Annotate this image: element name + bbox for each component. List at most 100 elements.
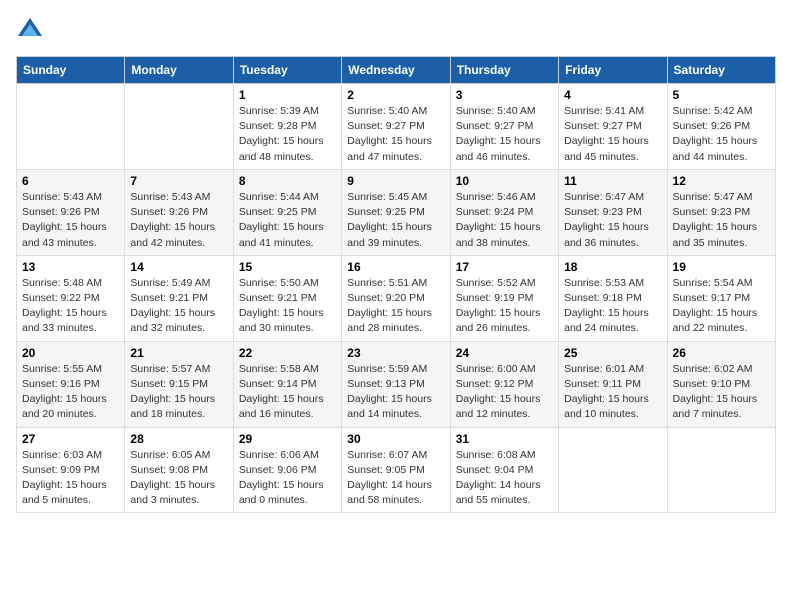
calendar-cell: 11 Sunrise: 5:47 AM Sunset: 9:23 PM Dayli… [559,169,667,255]
calendar-cell [667,427,775,513]
day-number: 17 [456,260,553,274]
day-info: Sunrise: 5:46 AM Sunset: 9:24 PM Dayligh… [456,190,553,251]
day-number: 9 [347,174,444,188]
day-info: Sunrise: 5:43 AM Sunset: 9:26 PM Dayligh… [130,190,227,251]
day-info: Sunrise: 6:06 AM Sunset: 9:06 PM Dayligh… [239,448,336,509]
calendar-cell: 28Sunrise: 6:05 AM Sunset: 9:08 PM Dayli… [125,427,233,513]
day-info: Sunrise: 5:49 AM Sunset: 9:21 PM Dayligh… [130,276,227,337]
day-number: 16 [347,260,444,274]
calendar-cell: 23 Sunrise: 5:59 AM Sunset: 9:13 PM Dayli… [342,341,450,427]
day-info: Sunrise: 5:40 AM Sunset: 9:27 PM Dayligh… [456,104,553,165]
calendar-cell: 2 Sunrise: 5:40 AM Sunset: 9:27 PM Daylig… [342,84,450,170]
calendar-cell: 30 Sunrise: 6:07 AM Sunset: 9:05 PM Dayli… [342,427,450,513]
day-info: Sunrise: 5:59 AM Sunset: 9:13 PM Dayligh… [347,362,444,423]
day-info: Sunrise: 5:47 AM Sunset: 9:23 PM Dayligh… [564,190,661,251]
day-number: 23 [347,346,444,360]
day-number: 31 [456,432,553,446]
day-info: Sunrise: 6:07 AM Sunset: 9:05 PM Dayligh… [347,448,444,509]
day-number: 2 [347,88,444,102]
day-number: 27 [22,432,119,446]
calendar-cell: 3 Sunrise: 5:40 AM Sunset: 9:27 PM Daylig… [450,84,558,170]
day-info: Sunrise: 6:02 AM Sunset: 9:10 PM Dayligh… [673,362,770,423]
day-number: 19 [673,260,770,274]
day-number: 8 [239,174,336,188]
day-of-week-header: Wednesday [342,57,450,84]
calendar-cell: 31 Sunrise: 6:08 AM Sunset: 9:04 PM Dayli… [450,427,558,513]
calendar-cell: 27 Sunrise: 6:03 AM Sunset: 9:09 PM Dayli… [17,427,125,513]
calendar-cell: 24 Sunrise: 6:00 AM Sunset: 9:12 PM Dayli… [450,341,558,427]
day-info: Sunrise: 5:53 AM Sunset: 9:18 PM Dayligh… [564,276,661,337]
day-info: Sunrise: 5:39 AM Sunset: 9:28 PM Dayligh… [239,104,336,165]
calendar-cell: 8 Sunrise: 5:44 AM Sunset: 9:25 PM Daylig… [233,169,341,255]
calendar-cell: 18 Sunrise: 5:53 AM Sunset: 9:18 PM Dayli… [559,255,667,341]
calendar-cell: 6 Sunrise: 5:43 AM Sunset: 9:26 PM Daylig… [17,169,125,255]
day-number: 11 [564,174,661,188]
calendar-cell [17,84,125,170]
day-number: 20 [22,346,119,360]
day-info: Sunrise: 5:40 AM Sunset: 9:27 PM Dayligh… [347,104,444,165]
calendar-week-row: 6 Sunrise: 5:43 AM Sunset: 9:26 PM Daylig… [17,169,776,255]
logo [16,16,48,44]
day-info: Sunrise: 5:50 AM Sunset: 9:21 PM Dayligh… [239,276,336,337]
day-of-week-header: Monday [125,57,233,84]
day-number: 7 [130,174,227,188]
day-of-week-header: Sunday [17,57,125,84]
calendar-cell: 25Sunrise: 6:01 AM Sunset: 9:11 PM Dayli… [559,341,667,427]
day-of-week-header: Saturday [667,57,775,84]
day-info: Sunrise: 5:44 AM Sunset: 9:25 PM Dayligh… [239,190,336,251]
day-info: Sunrise: 6:01 AM Sunset: 9:11 PM Dayligh… [564,362,661,423]
day-number: 22 [239,346,336,360]
day-info: Sunrise: 6:05 AM Sunset: 9:08 PM Dayligh… [130,448,227,509]
page-header [16,16,776,44]
day-number: 1 [239,88,336,102]
day-number: 13 [22,260,119,274]
day-number: 4 [564,88,661,102]
calendar-cell [125,84,233,170]
day-number: 18 [564,260,661,274]
day-info: Sunrise: 5:48 AM Sunset: 9:22 PM Dayligh… [22,276,119,337]
day-of-week-header: Tuesday [233,57,341,84]
day-of-week-header: Friday [559,57,667,84]
day-number: 5 [673,88,770,102]
day-number: 12 [673,174,770,188]
day-info: Sunrise: 5:51 AM Sunset: 9:20 PM Dayligh… [347,276,444,337]
calendar-cell: 21Sunrise: 5:57 AM Sunset: 9:15 PM Dayli… [125,341,233,427]
calendar-header-row: SundayMondayTuesdayWednesdayThursdayFrid… [17,57,776,84]
calendar-cell [559,427,667,513]
calendar-week-row: 1 Sunrise: 5:39 AM Sunset: 9:28 PM Daylig… [17,84,776,170]
calendar-cell: 20Sunrise: 5:55 AM Sunset: 9:16 PM Dayli… [17,341,125,427]
calendar-table: SundayMondayTuesdayWednesdayThursdayFrid… [16,56,776,513]
day-number: 26 [673,346,770,360]
day-info: Sunrise: 6:08 AM Sunset: 9:04 PM Dayligh… [456,448,553,509]
day-of-week-header: Thursday [450,57,558,84]
day-info: Sunrise: 5:43 AM Sunset: 9:26 PM Dayligh… [22,190,119,251]
day-number: 10 [456,174,553,188]
calendar-cell: 1 Sunrise: 5:39 AM Sunset: 9:28 PM Daylig… [233,84,341,170]
day-info: Sunrise: 5:45 AM Sunset: 9:25 PM Dayligh… [347,190,444,251]
day-number: 6 [22,174,119,188]
calendar-cell: 26 Sunrise: 6:02 AM Sunset: 9:10 PM Dayli… [667,341,775,427]
calendar-cell: 9 Sunrise: 5:45 AM Sunset: 9:25 PM Daylig… [342,169,450,255]
calendar-cell: 7 Sunrise: 5:43 AM Sunset: 9:26 PM Daylig… [125,169,233,255]
day-info: Sunrise: 6:03 AM Sunset: 9:09 PM Dayligh… [22,448,119,509]
calendar-cell: 17 Sunrise: 5:52 AM Sunset: 9:19 PM Dayli… [450,255,558,341]
day-number: 21 [130,346,227,360]
day-number: 3 [456,88,553,102]
day-info: Sunrise: 5:52 AM Sunset: 9:19 PM Dayligh… [456,276,553,337]
calendar-cell: 29Sunrise: 6:06 AM Sunset: 9:06 PM Dayli… [233,427,341,513]
day-info: Sunrise: 5:54 AM Sunset: 9:17 PM Dayligh… [673,276,770,337]
calendar-week-row: 20Sunrise: 5:55 AM Sunset: 9:16 PM Dayli… [17,341,776,427]
day-info: Sunrise: 5:58 AM Sunset: 9:14 PM Dayligh… [239,362,336,423]
day-number: 30 [347,432,444,446]
day-info: Sunrise: 5:47 AM Sunset: 9:23 PM Dayligh… [673,190,770,251]
day-info: Sunrise: 6:00 AM Sunset: 9:12 PM Dayligh… [456,362,553,423]
calendar-cell: 4Sunrise: 5:41 AM Sunset: 9:27 PM Daylig… [559,84,667,170]
calendar-week-row: 27 Sunrise: 6:03 AM Sunset: 9:09 PM Dayli… [17,427,776,513]
day-number: 14 [130,260,227,274]
calendar-cell: 12 Sunrise: 5:47 AM Sunset: 9:23 PM Dayli… [667,169,775,255]
calendar-cell: 19 Sunrise: 5:54 AM Sunset: 9:17 PM Dayli… [667,255,775,341]
day-info: Sunrise: 5:42 AM Sunset: 9:26 PM Dayligh… [673,104,770,165]
calendar-cell: 10 Sunrise: 5:46 AM Sunset: 9:24 PM Dayli… [450,169,558,255]
logo-icon [16,16,44,44]
day-number: 24 [456,346,553,360]
